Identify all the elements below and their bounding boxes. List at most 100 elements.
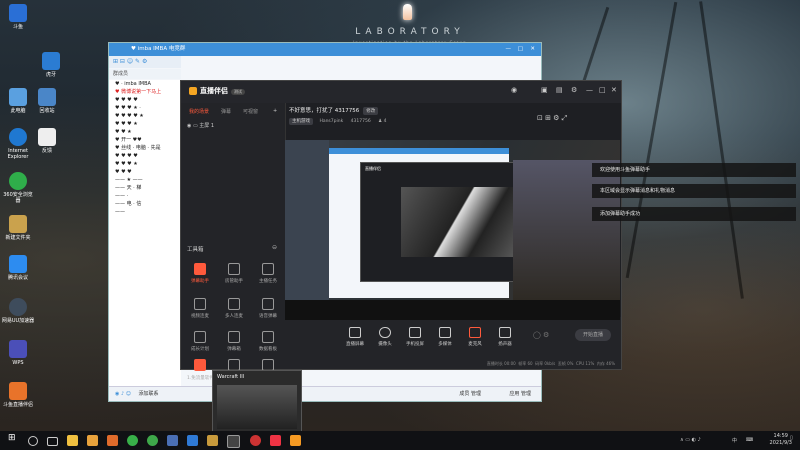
minimize-icon[interactable]: — bbox=[586, 86, 593, 94]
list-item[interactable]: ♥ ♥ ★ bbox=[109, 128, 181, 136]
tool-video-link[interactable]: 视频连麦 bbox=[183, 298, 217, 319]
360-taskbar-icon[interactable] bbox=[147, 435, 158, 446]
desktop-icon-feedback[interactable]: 反馈 bbox=[30, 128, 64, 154]
list-item[interactable]: ♥ 微博说第一下马上 bbox=[109, 88, 181, 96]
qq-taskbar-icon[interactable] bbox=[167, 435, 178, 446]
scene-item[interactable]: ◉ ▭ 主屏 1 bbox=[187, 122, 214, 129]
desktop-icon-folder[interactable]: 新建文件夹 bbox=[1, 215, 35, 241]
danmaku-box-icon bbox=[228, 331, 240, 343]
qq-tool-icon[interactable]: ⊞ ⊟ ☺ ✎ ⚙ bbox=[113, 58, 147, 65]
member-manage-button[interactable]: 成员 管理 bbox=[459, 387, 481, 401]
phone-cast-button[interactable]: 手机投屏 bbox=[399, 327, 431, 347]
modify-button[interactable]: 修改 bbox=[363, 107, 379, 115]
list-item[interactable]: ♥ ♥ ♥ ★ bbox=[109, 120, 181, 128]
desktop-icon-huya[interactable]: 虎牙 bbox=[34, 52, 68, 78]
close-icon[interactable]: ✕ bbox=[611, 86, 617, 94]
gift-icon[interactable]: ▣ bbox=[541, 86, 548, 94]
lock-icon[interactable]: ⊡ ⊞ ⚙ ⤢ bbox=[537, 114, 567, 123]
list-item[interactable]: ♥ ♥ ♥ ★ bbox=[109, 160, 181, 168]
music-icon[interactable] bbox=[250, 435, 261, 446]
member-list[interactable]: ♥ · imba IMBA ♥ 微博说第一下马上 ♥ ♥ ♥ ♥ ♥ ♥ ♥ ★… bbox=[109, 80, 181, 398]
list-item[interactable]: ♥ 丝线 · 电脑 · 先是 bbox=[109, 144, 181, 152]
tool-room-admin[interactable]: 房管助手 bbox=[217, 263, 251, 284]
desktop-icon-meeting[interactable]: 腾讯会议 bbox=[1, 255, 35, 281]
more-icon[interactable]: ⊖ bbox=[272, 244, 277, 251]
douyu-companion-taskbar-icon[interactable] bbox=[87, 435, 98, 446]
douyu-taskbar-icon[interactable] bbox=[290, 435, 301, 446]
tool-streamer-task[interactable]: 主播任务 bbox=[251, 263, 285, 284]
tool-danmaku-helper[interactable]: 弹幕助手 bbox=[183, 263, 217, 284]
list-item[interactable]: —— ★ —— bbox=[109, 176, 181, 184]
maximize-icon[interactable]: □ bbox=[518, 43, 523, 56]
desktop-icon-wps[interactable]: WPS bbox=[1, 340, 35, 366]
tool-growth[interactable]: 成长计划 bbox=[183, 331, 217, 352]
tab-danmaku[interactable]: 弹幕 bbox=[221, 108, 231, 115]
microphone-icon bbox=[469, 327, 481, 338]
close-icon[interactable]: ✕ bbox=[530, 43, 535, 56]
task-view-icon[interactable] bbox=[47, 437, 58, 446]
start-live-button[interactable]: 开始直播 bbox=[575, 329, 611, 341]
tab-my-scene[interactable]: 我的场景 bbox=[189, 108, 209, 115]
message-icon[interactable]: ▤ bbox=[556, 86, 563, 94]
tab-visual[interactable]: 可视窗 bbox=[243, 108, 258, 115]
desktop-icon-360[interactable]: 360安全浏览器 bbox=[1, 172, 35, 204]
tool-multi-link[interactable]: 多人连麦 bbox=[217, 298, 251, 319]
desktop-icon-douyu[interactable]: 斗鱼 bbox=[1, 4, 35, 30]
app-manage-button[interactable]: 应用 管理 bbox=[509, 387, 531, 401]
category-tag[interactable]: 主机游戏 bbox=[289, 118, 313, 125]
settings-icon[interactable]: ◯ ⚙ bbox=[533, 331, 549, 339]
list-item[interactable]: ♥ ♥ ♥ bbox=[109, 168, 181, 176]
minimize-icon[interactable]: — bbox=[506, 43, 512, 56]
desktop-icon-douyu-companion[interactable]: 斗鱼直播伴侣 bbox=[1, 382, 35, 408]
settings-icon[interactable]: ⚙ bbox=[571, 86, 577, 94]
keyboard-icon[interactable]: ⌨ bbox=[746, 437, 753, 443]
desktop-icon-uu[interactable]: 网易UU加速器 bbox=[1, 298, 35, 324]
app-taskbar-icon[interactable] bbox=[107, 435, 118, 446]
folder-taskbar-icon[interactable] bbox=[207, 435, 218, 446]
add-contact-button[interactable]: 添加联系 bbox=[139, 391, 159, 397]
list-item[interactable]: ♥ ♥ ♥ ♥ bbox=[109, 152, 181, 160]
phone-icon bbox=[409, 327, 421, 338]
list-item[interactable]: —— bbox=[109, 208, 181, 216]
add-tab-icon[interactable]: + bbox=[273, 108, 277, 114]
list-item[interactable]: —— · bbox=[109, 192, 181, 200]
explorer-icon[interactable] bbox=[67, 435, 78, 446]
list-item[interactable]: —— 天 · 梯 bbox=[109, 184, 181, 192]
live-preview[interactable]: 直播伴侣 bbox=[285, 140, 620, 320]
qq-title-bar[interactable]: ♥ imba IMBA 电竞群 ✕ □ — bbox=[109, 43, 541, 56]
eye-icon[interactable]: ◉ ▭ bbox=[187, 123, 199, 129]
mail-icon[interactable] bbox=[187, 435, 198, 446]
live-title-bar[interactable]: 直播伴侣 测试 ◉ ▣ ▤ ⚙ — □ ✕ bbox=[181, 81, 621, 103]
feedback-icon bbox=[38, 128, 56, 146]
danmaku-helper-icon bbox=[194, 263, 206, 275]
speaker-button[interactable]: 扬声器 bbox=[489, 327, 521, 347]
tool-voice-danmaku[interactable]: 语音弹幕 bbox=[251, 298, 285, 319]
list-item[interactable]: ♥ ♥ ♥ ♥ ★ bbox=[109, 112, 181, 120]
tool-data-board[interactable]: 数据看板 bbox=[251, 331, 285, 352]
list-item[interactable]: ♥ ♥ ♥ ♥ bbox=[109, 96, 181, 104]
netease-icon[interactable] bbox=[270, 435, 281, 446]
start-windows-icon[interactable]: ⊞ bbox=[8, 433, 19, 444]
input-method[interactable]: 中 bbox=[732, 437, 737, 444]
warcraft-taskbar-icon[interactable] bbox=[227, 435, 240, 448]
tray-icons[interactable]: ∧ ▭ ◐ ♪ bbox=[680, 437, 701, 443]
desktop-icon-recycle[interactable]: 回收站 bbox=[30, 88, 64, 114]
list-item[interactable]: ♥ · imba IMBA bbox=[109, 80, 181, 88]
tool-danmaku-box[interactable]: 弹幕箱 bbox=[217, 331, 251, 352]
avatar[interactable]: ◉ bbox=[511, 86, 517, 94]
list-item[interactable]: ♥ ♥ ♥ ★ · bbox=[109, 104, 181, 112]
list-item[interactable]: ♥ 开一 ♥♥ bbox=[109, 136, 181, 144]
warcraft-taskbar-thumbnail[interactable]: Warcraft III bbox=[212, 370, 302, 431]
maximize-icon[interactable]: □ bbox=[599, 86, 606, 94]
wechat-icon[interactable] bbox=[127, 435, 138, 446]
media-button[interactable]: 多媒体 bbox=[429, 327, 461, 347]
list-item[interactable]: —— 电 · 信 bbox=[109, 200, 181, 208]
camera-button[interactable]: 摄像头 bbox=[369, 327, 401, 347]
screen-capture-button[interactable]: 直播屏幕 bbox=[339, 327, 371, 347]
sound-icon[interactable]: ◉ ♪ ☺ bbox=[115, 391, 131, 397]
live-logo: 直播伴侣 测试 bbox=[189, 86, 245, 96]
notification-icon[interactable]: ▯ bbox=[790, 435, 793, 441]
clock[interactable]: 14:59 2021/9/3 bbox=[770, 433, 792, 447]
search-icon[interactable] bbox=[28, 436, 38, 446]
microphone-button[interactable]: 麦克风 bbox=[459, 327, 491, 347]
